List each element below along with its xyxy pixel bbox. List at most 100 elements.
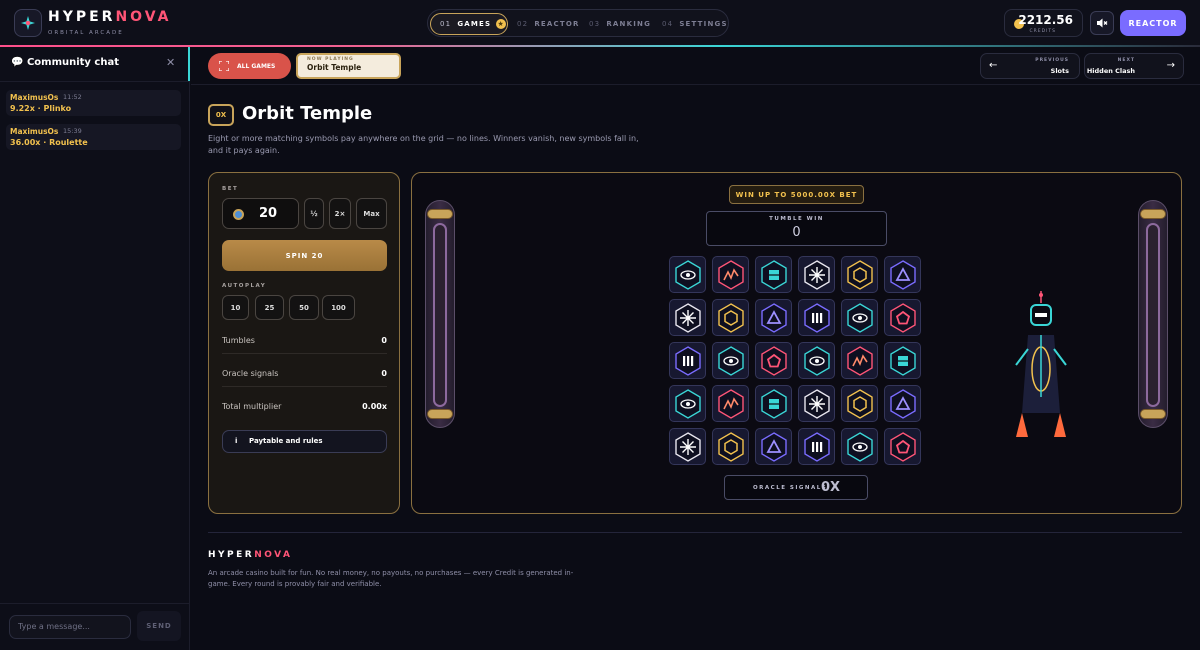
- divider: [0, 81, 190, 82]
- eye-symbol-icon: [847, 432, 873, 462]
- multiplier-badge: 0X: [208, 104, 234, 126]
- autoplay-label: AUTOPLAY: [222, 283, 267, 289]
- credits-label: CREDITS: [1029, 29, 1056, 34]
- send-button[interactable]: SEND: [137, 611, 181, 641]
- grid-cell: [884, 385, 921, 422]
- grid-cell: [884, 299, 921, 336]
- bars-symbol-icon: [804, 303, 830, 333]
- hexagon-symbol-icon: [847, 389, 873, 419]
- pentagon-symbol-icon: [761, 346, 787, 376]
- triangle-symbol-icon: [761, 432, 787, 462]
- chat-input[interactable]: Type a message...: [9, 615, 131, 639]
- chat-time: 11:52: [63, 93, 82, 101]
- chat-message: MaximusOs 15:39 36.00x · Roulette: [6, 124, 181, 150]
- sidebar-accent: [188, 47, 190, 81]
- grid-cell: [669, 428, 706, 465]
- chat-text: 9.22x · Plinko: [10, 104, 72, 113]
- paytable-button[interactable]: i Paytable and rules: [222, 430, 387, 453]
- max-win-banner: WIN UP TO 5000.00X BET: [729, 185, 864, 204]
- grid-cell: [712, 342, 749, 379]
- half-bet-button[interactable]: ½: [304, 198, 324, 229]
- autoplay-25-button[interactable]: 25: [255, 295, 284, 320]
- speaker-muted-icon: [1097, 18, 1108, 28]
- reactor-button[interactable]: REACTOR: [1120, 10, 1186, 36]
- left-tube: [425, 200, 455, 428]
- autoplay-50-button[interactable]: 50: [289, 295, 319, 320]
- star-symbol-icon: [675, 303, 701, 333]
- zigzag-symbol-icon: [718, 389, 744, 419]
- now-playing-value: Orbit Temple: [307, 63, 362, 72]
- credits-value: 2212.56: [1018, 13, 1073, 27]
- square-symbol-icon: [761, 389, 787, 419]
- mute-button[interactable]: [1090, 11, 1114, 35]
- star-icon: ★: [496, 19, 507, 29]
- chip-icon: [233, 209, 244, 220]
- tumble-win-display: TUMBLE WIN 0: [706, 211, 887, 246]
- next-game-button[interactable]: → NEXT Hidden Clash: [1084, 53, 1184, 79]
- autoplay-100-button[interactable]: 100: [322, 295, 355, 320]
- stat-total-multiplier: Total multiplier 0.00x: [222, 402, 387, 411]
- logo-icon[interactable]: [14, 9, 42, 37]
- grid-cell: [712, 256, 749, 293]
- grid-cell: [884, 428, 921, 465]
- hexagon-symbol-icon: [718, 303, 744, 333]
- main-content: ALL GAMES NOW PLAYING Orbit Temple ← PRE…: [191, 47, 1200, 650]
- grid-cell: [712, 299, 749, 336]
- grid-cell: [755, 385, 792, 422]
- all-games-button[interactable]: ALL GAMES: [208, 53, 291, 79]
- chat-sidebar: 💬 Community chat ✕ MaximusOs 11:52 9.22x…: [0, 47, 190, 650]
- close-icon[interactable]: ✕: [166, 56, 175, 69]
- brand-tagline: ORBITAL ARCADE: [48, 30, 124, 36]
- tab-reactor[interactable]: 02 REACTOR: [517, 13, 580, 35]
- bars-symbol-icon: [675, 346, 701, 376]
- double-bet-button[interactable]: 2×: [329, 198, 351, 229]
- chat-time: 15:39: [63, 127, 82, 135]
- hexagon-symbol-icon: [847, 260, 873, 290]
- previous-game-button[interactable]: ← PREVIOUS Slots: [980, 53, 1080, 79]
- spin-button[interactable]: SPIN 20: [222, 240, 387, 271]
- grid-cell: [798, 428, 835, 465]
- tab-settings[interactable]: 04 SETTINGS: [662, 13, 728, 35]
- arrow-right-icon: →: [1166, 60, 1175, 71]
- footer-brand: HYPERNOVA: [208, 550, 293, 560]
- tab-games[interactable]: 01 GAMES ★: [430, 13, 508, 35]
- bet-label: BET: [222, 186, 239, 192]
- chat-user[interactable]: MaximusOs: [10, 127, 58, 136]
- brand-name: HYPERNOVA: [48, 9, 172, 25]
- grid-cell: [755, 299, 792, 336]
- grid-cell: [798, 342, 835, 379]
- top-bar: HYPERNOVA ORBITAL ARCADE 01 GAMES ★ 02 REAC…: [0, 0, 1200, 47]
- oracle-signals-display: ORACLE SIGNALS 0X: [724, 475, 868, 500]
- bars-symbol-icon: [804, 432, 830, 462]
- info-icon: i: [235, 437, 238, 445]
- stat-oracle-signals: Oracle signals 0: [222, 365, 387, 387]
- max-bet-button[interactable]: Max: [356, 198, 387, 229]
- square-symbol-icon: [890, 346, 916, 376]
- arrow-left-icon: ←: [989, 60, 998, 71]
- divider: [0, 603, 190, 604]
- grid-cell: [798, 299, 835, 336]
- grid-cell: [798, 385, 835, 422]
- page-title: Orbit Temple: [242, 103, 373, 124]
- triangle-symbol-icon: [890, 389, 916, 419]
- eye-symbol-icon: [847, 303, 873, 333]
- chat-user[interactable]: MaximusOs: [10, 93, 58, 102]
- footer-disclaimer: An arcade casino built for fun. No real …: [208, 569, 574, 588]
- grid-cell: [884, 342, 921, 379]
- grid-cell: [669, 256, 706, 293]
- grid-cell: [669, 342, 706, 379]
- square-symbol-icon: [761, 260, 787, 290]
- grid-cell: [841, 385, 878, 422]
- chat-bubble-icon: 💬: [11, 57, 24, 68]
- hexagon-symbol-icon: [718, 432, 744, 462]
- eye-symbol-icon: [804, 346, 830, 376]
- now-playing: NOW PLAYING Orbit Temple: [296, 53, 401, 79]
- grid-cell: [712, 385, 749, 422]
- grid-cell: [669, 385, 706, 422]
- grid-cell: [755, 256, 792, 293]
- autoplay-10-button[interactable]: 10: [222, 295, 249, 320]
- bet-controls-panel: BET 20 ½ 2× Max SPIN 20 AUTOPLAY 10 25 5…: [208, 172, 400, 514]
- zigzag-symbol-icon: [718, 260, 744, 290]
- bet-input[interactable]: 20: [222, 198, 299, 229]
- tab-ranking[interactable]: 03 RANKING: [589, 13, 651, 35]
